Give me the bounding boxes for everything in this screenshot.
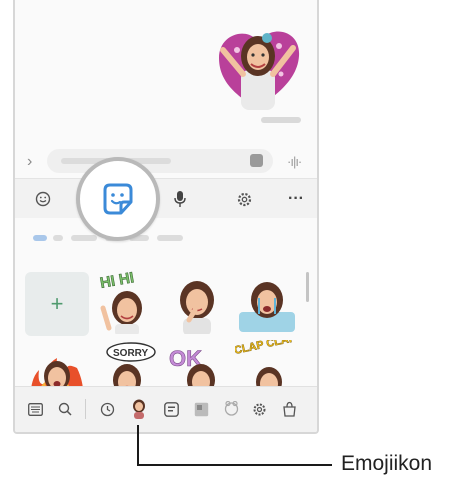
search-icon[interactable] bbox=[55, 399, 75, 419]
keyboard-icon[interactable] bbox=[25, 399, 45, 419]
sticker-icon bbox=[103, 183, 133, 215]
keyboard-toolbar: ··· bbox=[15, 157, 317, 241]
expand-chevron-icon[interactable]: › bbox=[27, 153, 32, 171]
emoji-icon[interactable] bbox=[33, 189, 53, 209]
message-timestamp bbox=[261, 117, 301, 123]
sticker-category-tabs bbox=[15, 218, 317, 256]
voice-wave-icon[interactable]: ·ı|ı· bbox=[287, 154, 302, 169]
callout-label: Emojiikon bbox=[341, 452, 433, 475]
grid-scrollbar[interactable] bbox=[306, 272, 309, 302]
callout-line bbox=[137, 425, 139, 466]
sticker-button[interactable] bbox=[76, 157, 160, 241]
tab-category[interactable] bbox=[71, 235, 97, 241]
bitmoji-icon[interactable] bbox=[221, 399, 241, 419]
divider bbox=[85, 399, 86, 419]
sticker-crying[interactable] bbox=[235, 270, 299, 334]
more-options-icon[interactable]: ··· bbox=[286, 189, 306, 209]
settings-gear-icon[interactable] bbox=[234, 189, 254, 209]
chat-area bbox=[15, 0, 317, 140]
sticker-hi[interactable]: HI HI bbox=[95, 270, 159, 334]
sent-avatar-sticker[interactable] bbox=[201, 10, 311, 122]
add-sticker-button[interactable]: + bbox=[25, 272, 89, 336]
sticker-text: SORRY bbox=[113, 348, 149, 359]
sticker-thinking[interactable] bbox=[165, 270, 229, 334]
shop-icon[interactable] bbox=[279, 399, 299, 419]
sticker-pack-icon[interactable] bbox=[161, 399, 181, 419]
tab-category[interactable] bbox=[157, 235, 183, 241]
recent-icon[interactable] bbox=[97, 399, 117, 419]
sticker-grid: + HI HI SORRY OK CLAP CLAP bbox=[15, 256, 317, 404]
tab-favorites[interactable] bbox=[33, 235, 47, 241]
sticker-bottom-bar bbox=[15, 386, 317, 432]
settings-icon[interactable] bbox=[249, 399, 269, 419]
gif-icon[interactable] bbox=[191, 399, 211, 419]
callout-line bbox=[137, 464, 332, 466]
phone-screen: › ·ı|ı· ··· + HI HI SORRY OK CLAP CLAP bbox=[13, 0, 319, 434]
plus-icon: + bbox=[50, 291, 64, 316]
microphone-icon[interactable] bbox=[170, 189, 190, 209]
sticker-shortcut-icon[interactable] bbox=[250, 154, 263, 167]
emoji-avatar-icon[interactable] bbox=[129, 399, 149, 419]
message-input-bar: › ·ı|ı· bbox=[15, 144, 317, 178]
message-input[interactable] bbox=[47, 149, 273, 173]
tab-category[interactable] bbox=[53, 235, 63, 241]
